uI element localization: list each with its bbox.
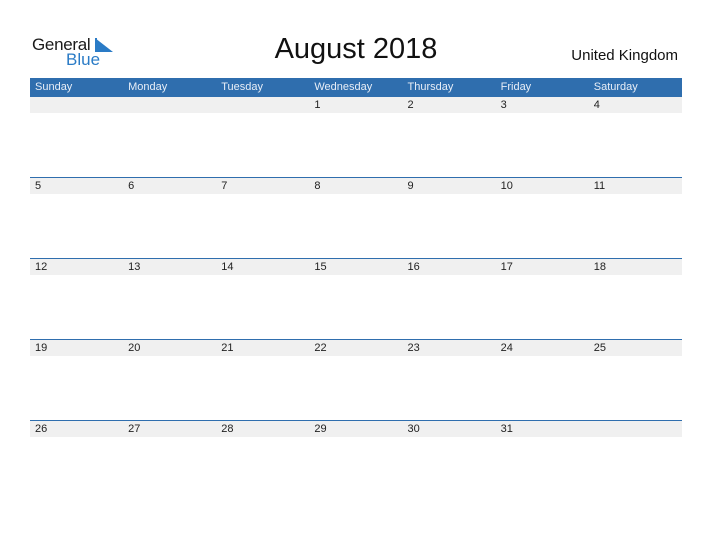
day-number: 26 xyxy=(35,423,48,435)
day-number: 18 xyxy=(593,261,606,273)
weekday-saturday: Saturday xyxy=(593,81,638,93)
date-strip: 26 27 28 29 30 31 xyxy=(30,420,682,437)
day-number: 24 xyxy=(500,342,513,354)
day-number: 7 xyxy=(221,180,228,192)
weekday-friday: Friday xyxy=(500,81,532,93)
week-row: 26 27 28 29 30 31 xyxy=(30,420,682,501)
day-number: 14 xyxy=(221,261,234,273)
day-number: 16 xyxy=(407,261,420,273)
weekday-tuesday: Tuesday xyxy=(221,81,264,93)
date-strip: 5 6 7 8 9 10 11 xyxy=(30,177,682,194)
country-label: United Kingdom xyxy=(571,47,678,64)
day-number: 4 xyxy=(593,99,600,111)
day-number xyxy=(30,97,123,113)
day-number: 1 xyxy=(314,99,321,111)
day-number: 17 xyxy=(500,261,513,273)
week-row: 19 20 21 22 23 24 25 xyxy=(30,339,682,420)
day-number: 9 xyxy=(407,180,414,192)
day-number: 23 xyxy=(407,342,420,354)
week-row: 5 6 7 8 9 10 11 xyxy=(30,177,682,258)
date-strip: 12 13 14 15 16 17 18 xyxy=(30,258,682,275)
day-number: 8 xyxy=(314,180,321,192)
day-number: 27 xyxy=(128,423,141,435)
day-number: 5 xyxy=(35,180,42,192)
date-strip: 1 2 3 4 xyxy=(30,97,682,113)
day-number: 29 xyxy=(314,423,327,435)
day-number xyxy=(123,97,216,113)
week-row: 1 2 3 4 xyxy=(30,97,682,178)
day-number: 19 xyxy=(35,342,48,354)
day-number: 13 xyxy=(128,261,141,273)
weekday-monday: Monday xyxy=(128,81,168,93)
day-number: 3 xyxy=(500,99,507,111)
day-number: 6 xyxy=(128,180,135,192)
day-number: 20 xyxy=(128,342,141,354)
day-number: 11 xyxy=(593,180,606,192)
weekday-wednesday: Wednesday xyxy=(314,81,373,93)
day-number: 25 xyxy=(593,342,606,354)
week-row: 12 13 14 15 16 17 18 xyxy=(30,258,682,339)
day-number: 15 xyxy=(314,261,327,273)
date-strip: 19 20 21 22 23 24 25 xyxy=(30,339,682,356)
weekday-sunday: Sunday xyxy=(35,81,73,93)
day-number: 22 xyxy=(314,342,327,354)
day-number: 10 xyxy=(500,180,513,192)
day-number: 28 xyxy=(221,423,234,435)
weekday-thursday: Thursday xyxy=(407,81,454,93)
day-number: 21 xyxy=(221,342,234,354)
day-number: 30 xyxy=(407,423,420,435)
day-number xyxy=(216,97,309,113)
weekday-header: Sunday Monday Tuesday Wednesday Thursday… xyxy=(30,78,682,97)
day-number xyxy=(589,421,682,437)
day-number: 2 xyxy=(407,99,414,111)
day-number: 31 xyxy=(500,423,513,435)
day-number: 12 xyxy=(35,261,48,273)
